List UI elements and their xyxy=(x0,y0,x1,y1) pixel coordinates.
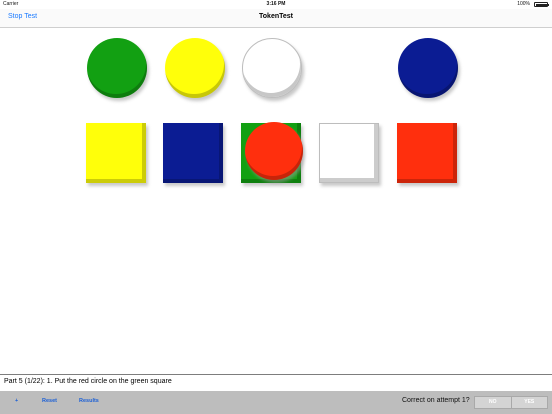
blue-square-token[interactable] xyxy=(163,123,225,186)
red-circle-token[interactable] xyxy=(245,122,305,183)
white-circle-body xyxy=(242,38,302,98)
white-circle-token[interactable] xyxy=(242,38,304,101)
battery-percent: 100% xyxy=(517,1,530,7)
red-circle-body xyxy=(245,122,303,180)
instruction-text: Part 5 (1/22): 1. Put the red circle on … xyxy=(4,378,172,385)
white-square-body xyxy=(319,123,379,183)
answer-segmented-control: NO YES xyxy=(474,396,548,409)
red-square-body xyxy=(397,123,457,183)
yellow-circle-token[interactable] xyxy=(165,38,227,101)
white-square-token[interactable] xyxy=(319,123,381,186)
add-button[interactable]: + xyxy=(15,398,18,404)
yes-button[interactable]: YES xyxy=(510,397,548,408)
blue-circle-token[interactable] xyxy=(398,38,460,101)
green-circle-body xyxy=(87,38,147,98)
clock: 3:16 PM xyxy=(266,1,286,7)
red-square-token[interactable] xyxy=(397,123,459,186)
instruction-bar: Part 5 (1/22): 1. Put the red circle on … xyxy=(0,374,552,392)
blue-square-body xyxy=(163,123,223,183)
navigation-bar: Stop Test TokenTest xyxy=(0,9,552,28)
yellow-square-token[interactable] xyxy=(86,123,148,186)
reset-button[interactable]: Reset xyxy=(42,398,57,404)
attempt-question: Correct on attempt 1? xyxy=(402,397,470,404)
page-title: TokenTest xyxy=(259,13,293,20)
no-button[interactable]: NO xyxy=(475,397,511,408)
yellow-circle-body xyxy=(165,38,225,98)
yellow-square-body xyxy=(86,123,146,183)
bottom-toolbar: + Reset Results Correct on attempt 1? NO… xyxy=(0,391,552,414)
status-bar: Carrier 3:16 PM 100% xyxy=(0,0,552,9)
green-circle-token[interactable] xyxy=(87,38,149,101)
blue-circle-body xyxy=(398,38,458,98)
results-button[interactable]: Results xyxy=(79,398,99,404)
battery-icon xyxy=(534,2,549,7)
